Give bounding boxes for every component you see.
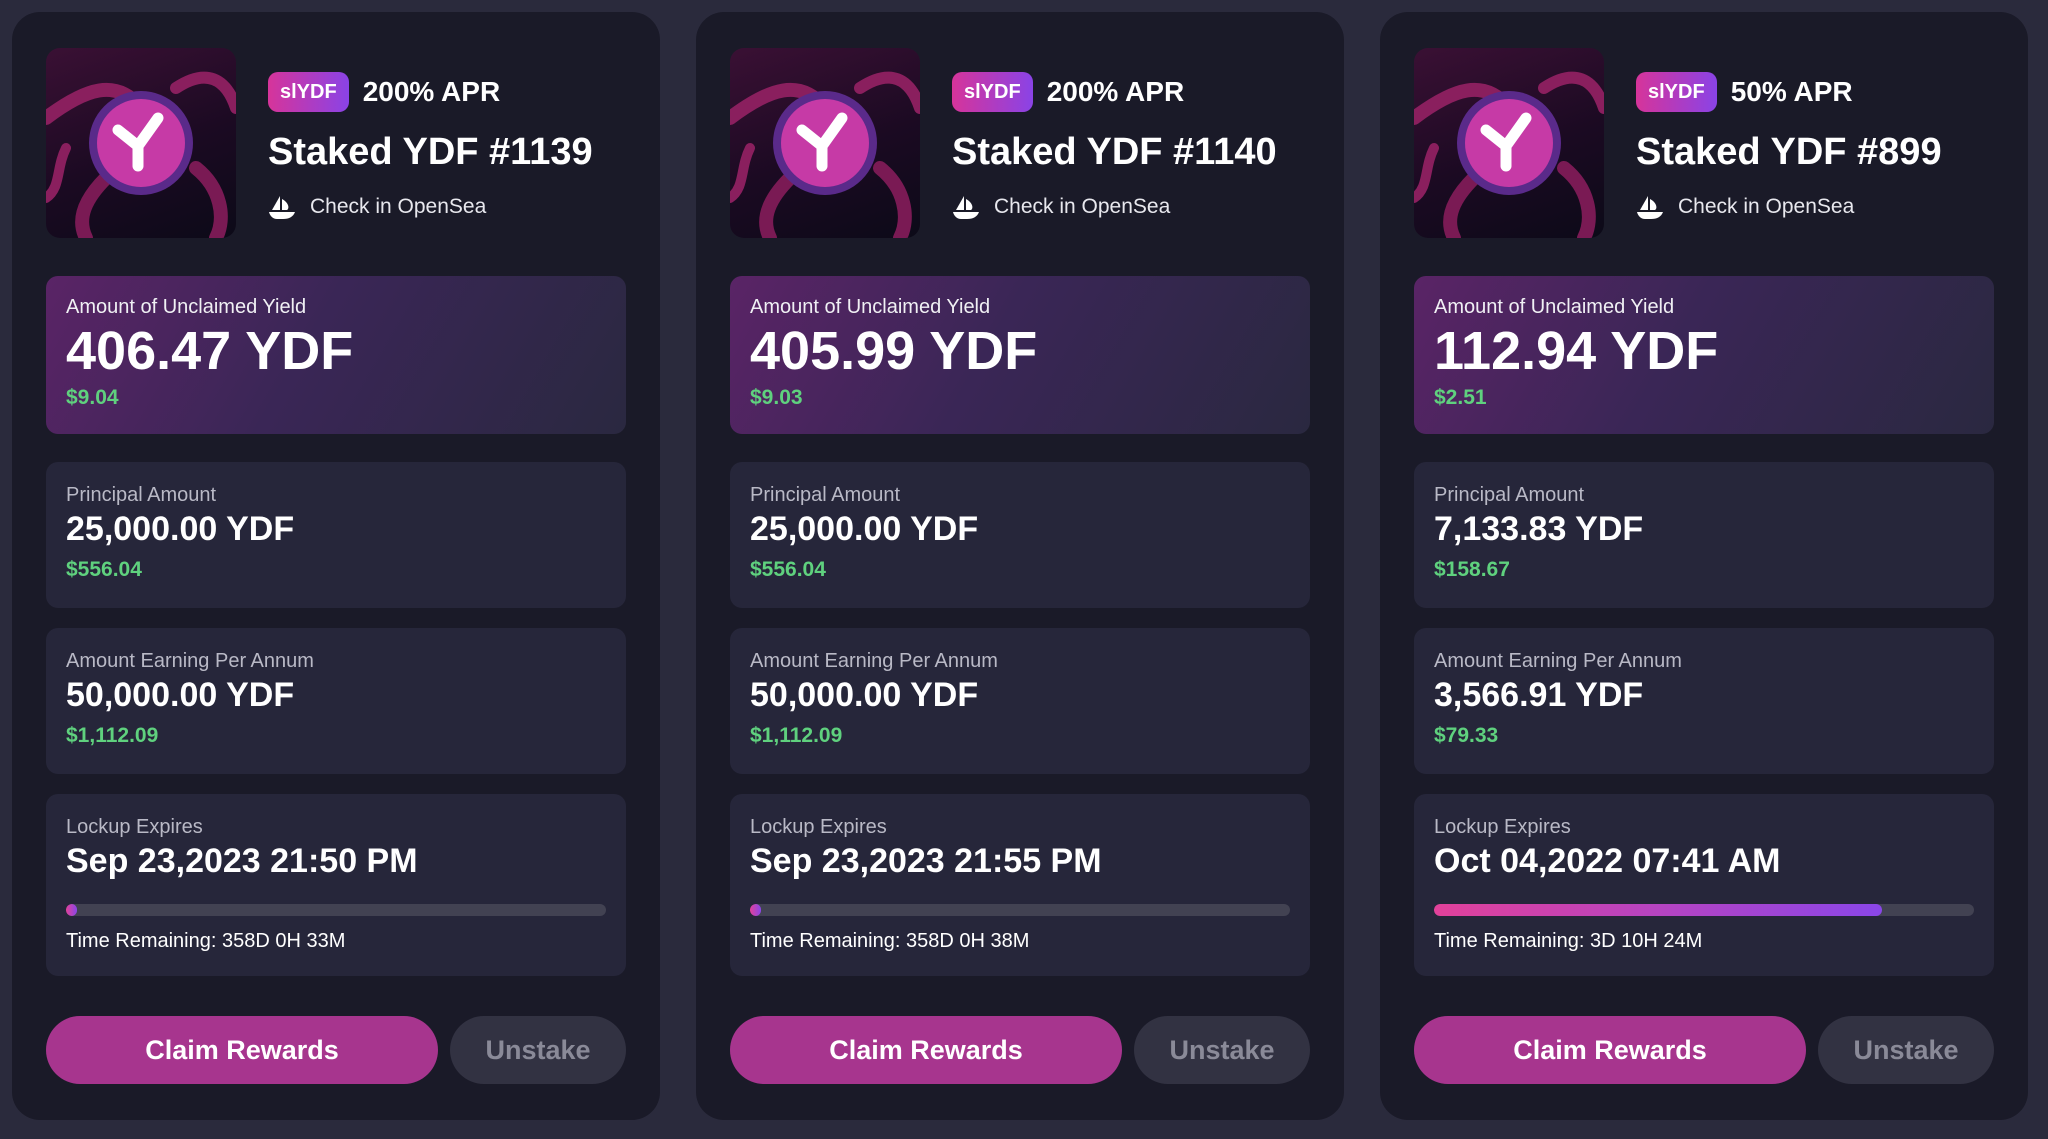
nft-thumbnail[interactable] — [730, 48, 920, 238]
unclaimed-yield-box: Amount of Unclaimed Yield 406.47 YDF $9.… — [46, 276, 626, 434]
card-header: slYDF 200% APR Staked YDF #1140 Check in… — [730, 48, 1310, 238]
unclaimed-yield-usd: $9.03 — [750, 386, 803, 409]
unclaimed-yield-label: Amount of Unclaimed Yield — [1434, 296, 1675, 318]
lockup-progress-bar — [66, 904, 606, 916]
lockup-progress-fill — [66, 904, 77, 916]
unclaimed-yield-label: Amount of Unclaimed Yield — [66, 296, 307, 318]
lockup-label: Lockup Expires — [750, 816, 887, 838]
apr-label: 200% APR — [362, 76, 501, 107]
lockup-date: Sep 23,2023 21:50 PM — [66, 842, 418, 880]
lockup-label: Lockup Expires — [66, 816, 203, 838]
token-badge: slYDF — [268, 72, 349, 112]
principal-amount: 25,000.00 YDF — [750, 510, 979, 548]
unclaimed-yield-label: Amount of Unclaimed Yield — [750, 296, 991, 318]
lockup-box: Lockup Expires Oct 04,2022 07:41 AM Time… — [1414, 794, 1994, 976]
yieldfi-logo-icon — [1414, 71, 1604, 238]
lockup-box: Lockup Expires Sep 23,2023 21:55 PM Time… — [730, 794, 1310, 976]
sailboat-icon — [953, 196, 979, 219]
lockup-date: Sep 23,2023 21:55 PM — [750, 842, 1102, 880]
opensea-link[interactable]: Check in OpenSea — [1636, 194, 1994, 220]
sailboat-icon — [269, 196, 295, 219]
unstake-button[interactable]: Unstake — [1818, 1016, 1994, 1084]
unclaimed-yield-amount: 406.47 YDF — [66, 321, 354, 381]
earning-box: Amount Earning Per Annum 3,566.91 YDF $7… — [1414, 628, 1994, 774]
claim-rewards-button[interactable]: Claim Rewards — [46, 1016, 438, 1084]
card-actions: Claim Rewards Unstake — [46, 1016, 626, 1084]
lockup-progress-bar — [1434, 904, 1974, 916]
unstake-button[interactable]: Unstake — [450, 1016, 626, 1084]
principal-box: Principal Amount 25,000.00 YDF $556.04 — [46, 462, 626, 608]
card-title: Staked YDF #1139 — [268, 131, 593, 173]
stake-card: slYDF 200% APR Staked YDF #1140 Check in… — [696, 12, 1344, 1120]
opensea-link-label: Check in OpenSea — [310, 195, 487, 218]
stake-card: slYDF 50% APR Staked YDF #899 Check in O… — [1380, 12, 2028, 1120]
principal-label: Principal Amount — [66, 484, 217, 506]
earning-amount: 50,000.00 YDF — [66, 676, 295, 714]
principal-box: Principal Amount 25,000.00 YDF $556.04 — [730, 462, 1310, 608]
principal-box: Principal Amount 7,133.83 YDF $158.67 — [1414, 462, 1994, 608]
card-title: Staked YDF #1140 — [952, 131, 1277, 173]
card-actions: Claim Rewards Unstake — [1414, 1016, 1994, 1084]
claim-rewards-button[interactable]: Claim Rewards — [730, 1016, 1122, 1084]
unclaimed-yield-box: Amount of Unclaimed Yield 112.94 YDF $2.… — [1414, 276, 1994, 434]
earning-usd: $1,112.09 — [66, 724, 159, 747]
earning-box: Amount Earning Per Annum 50,000.00 YDF $… — [46, 628, 626, 774]
earning-usd: $1,112.09 — [750, 724, 843, 747]
yieldfi-logo-icon — [730, 71, 920, 238]
earning-usd: $79.33 — [1434, 724, 1499, 747]
unstake-button[interactable]: Unstake — [1134, 1016, 1310, 1084]
opensea-link[interactable]: Check in OpenSea — [268, 194, 626, 220]
principal-amount: 25,000.00 YDF — [66, 510, 295, 548]
unclaimed-yield-usd: $2.51 — [1434, 386, 1487, 409]
opensea-link[interactable]: Check in OpenSea — [952, 194, 1310, 220]
unclaimed-yield-usd: $9.04 — [66, 386, 119, 409]
claim-rewards-button[interactable]: Claim Rewards — [1414, 1016, 1806, 1084]
earning-box: Amount Earning Per Annum 50,000.00 YDF $… — [730, 628, 1310, 774]
principal-usd: $158.67 — [1434, 558, 1510, 581]
principal-label: Principal Amount — [750, 484, 901, 506]
time-remaining: Time Remaining: 358D 0H 38M — [750, 930, 1030, 952]
yieldfi-logo-icon — [46, 71, 236, 238]
opensea-link-label: Check in OpenSea — [994, 195, 1171, 218]
card-header: slYDF 50% APR Staked YDF #899 Check in O… — [1414, 48, 1994, 238]
principal-label: Principal Amount — [1434, 484, 1585, 506]
card-header: slYDF 200% APR Staked YDF #1139 Check in… — [46, 48, 626, 238]
nft-thumbnail[interactable] — [1414, 48, 1604, 238]
time-remaining: Time Remaining: 358D 0H 33M — [66, 930, 346, 952]
principal-usd: $556.04 — [750, 558, 826, 581]
principal-amount: 7,133.83 YDF — [1434, 510, 1644, 548]
earning-label: Amount Earning Per Annum — [1434, 650, 1682, 672]
unclaimed-yield-amount: 112.94 YDF — [1434, 321, 1719, 381]
earning-label: Amount Earning Per Annum — [750, 650, 998, 672]
lockup-box: Lockup Expires Sep 23,2023 21:50 PM Time… — [46, 794, 626, 976]
unclaimed-yield-box: Amount of Unclaimed Yield 405.99 YDF $9.… — [730, 276, 1310, 434]
apr-label: 200% APR — [1046, 76, 1185, 107]
token-badge: slYDF — [1636, 72, 1717, 112]
earning-amount: 3,566.91 YDF — [1434, 676, 1644, 714]
card-actions: Claim Rewards Unstake — [730, 1016, 1310, 1084]
lockup-date: Oct 04,2022 07:41 AM — [1434, 842, 1781, 880]
card-title: Staked YDF #899 — [1636, 131, 1942, 173]
lockup-progress-bar — [750, 904, 1290, 916]
lockup-label: Lockup Expires — [1434, 816, 1571, 838]
opensea-link-label: Check in OpenSea — [1678, 195, 1855, 218]
token-badge: slYDF — [952, 72, 1033, 112]
time-remaining: Time Remaining: 3D 10H 24M — [1434, 930, 1703, 952]
lockup-progress-fill — [750, 904, 761, 916]
principal-usd: $556.04 — [66, 558, 142, 581]
earning-amount: 50,000.00 YDF — [750, 676, 979, 714]
apr-label: 50% APR — [1730, 76, 1853, 107]
earning-label: Amount Earning Per Annum — [66, 650, 314, 672]
nft-thumbnail[interactable] — [46, 48, 236, 238]
stake-card: slYDF 200% APR Staked YDF #1139 Check in… — [12, 12, 660, 1120]
unclaimed-yield-amount: 405.99 YDF — [750, 321, 1038, 381]
lockup-progress-fill — [1434, 904, 1883, 916]
sailboat-icon — [1637, 196, 1663, 219]
staking-cards-grid: slYDF 200% APR Staked YDF #1139 Check in… — [0, 0, 2048, 1139]
